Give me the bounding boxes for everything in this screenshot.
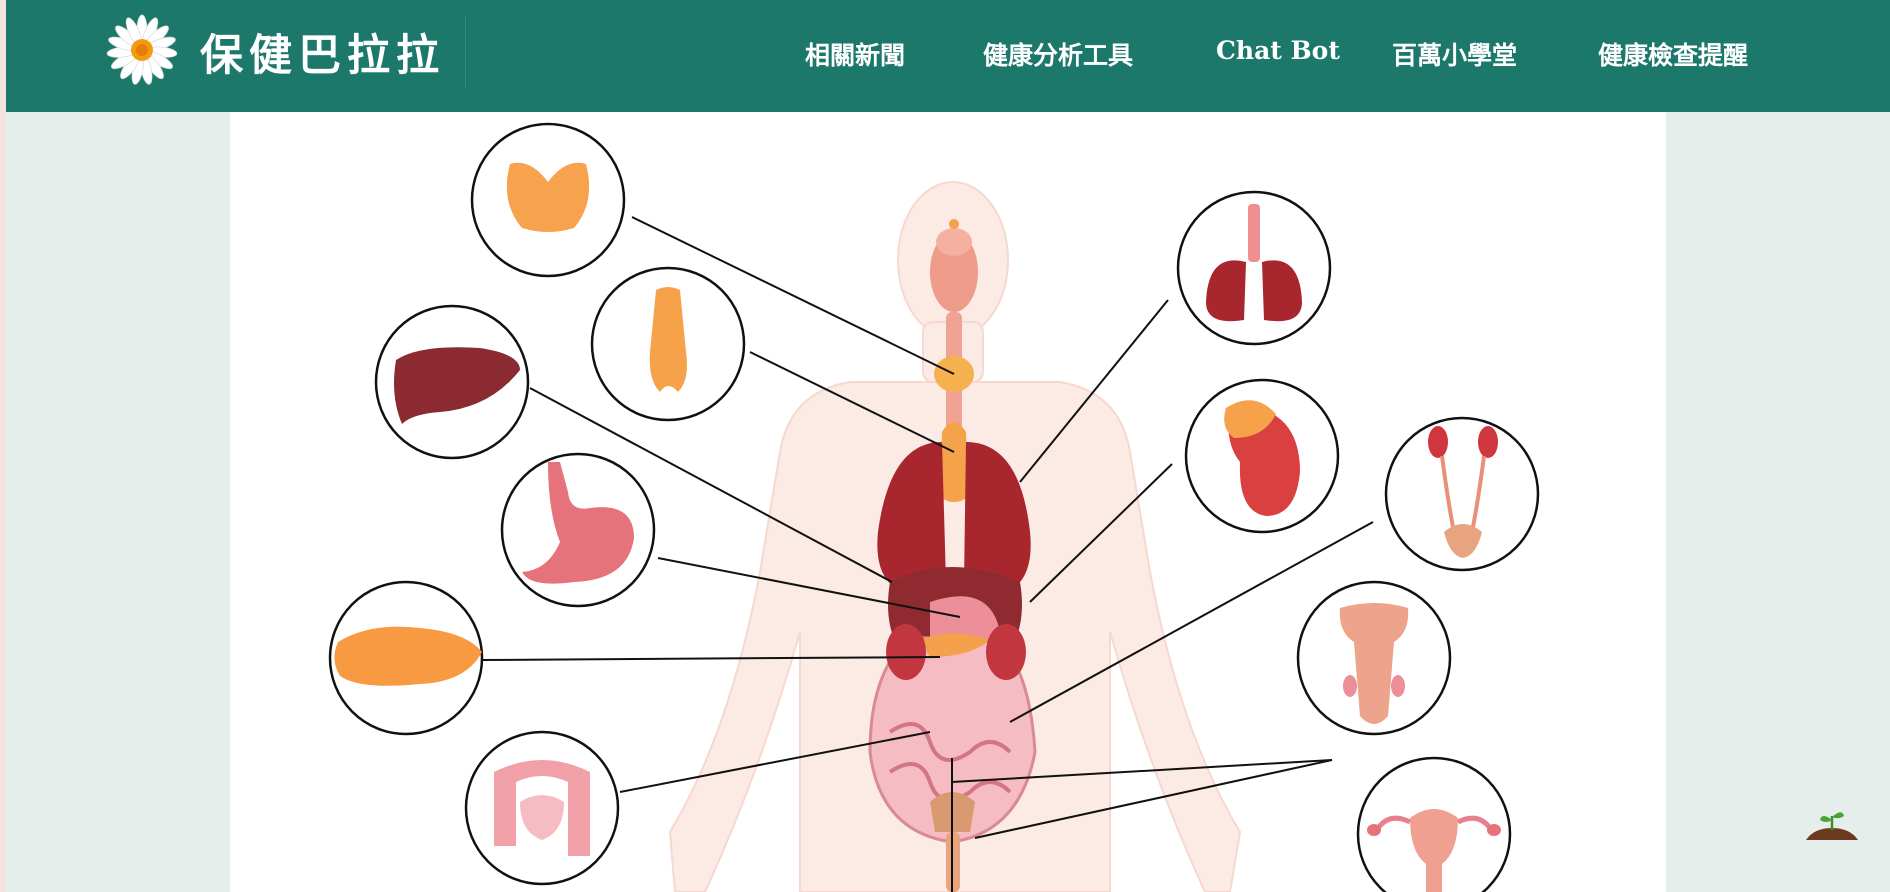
nav-item-news[interactable]: 相關新聞 xyxy=(805,36,905,72)
liver-callout[interactable] xyxy=(374,304,530,460)
main-content-panel xyxy=(230,112,1666,892)
male-reproductive-callout[interactable] xyxy=(1296,580,1452,736)
large-intestine-callout[interactable] xyxy=(464,730,620,886)
top-navigation-bar: 保健巴拉拉 相關新聞 健康分析工具 Chat Bot 百萬小學堂 健康檢查提醒 xyxy=(6,0,1890,112)
plant-sprout-icon[interactable] xyxy=(1804,808,1860,848)
thyroid-callout[interactable] xyxy=(470,122,626,278)
pancreas-callout[interactable] xyxy=(328,580,484,736)
urinary-bladder-callout[interactable] xyxy=(1384,416,1540,572)
nav-item-chat-bot[interactable]: Chat Bot xyxy=(1216,36,1340,65)
window-left-edge xyxy=(0,0,6,892)
daisy-flower-icon xyxy=(106,14,178,90)
spleen-callout[interactable] xyxy=(1184,378,1340,534)
stomach-callout[interactable] xyxy=(500,452,656,608)
nav-item-health-tools[interactable]: 健康分析工具 xyxy=(983,36,1133,72)
site-title: 保健巴拉拉 xyxy=(200,31,445,81)
uterus-callout[interactable] xyxy=(1356,756,1512,892)
site-logo[interactable]: 保健巴拉拉 xyxy=(106,14,466,90)
thymus-callout[interactable] xyxy=(590,266,746,422)
lungs-callout[interactable] xyxy=(1176,190,1332,346)
human-body-organs-diagram xyxy=(328,122,1540,892)
nav-item-checkup-reminder[interactable]: 健康檢查提醒 xyxy=(1598,36,1748,72)
nav-item-classroom[interactable]: 百萬小學堂 xyxy=(1392,36,1517,72)
